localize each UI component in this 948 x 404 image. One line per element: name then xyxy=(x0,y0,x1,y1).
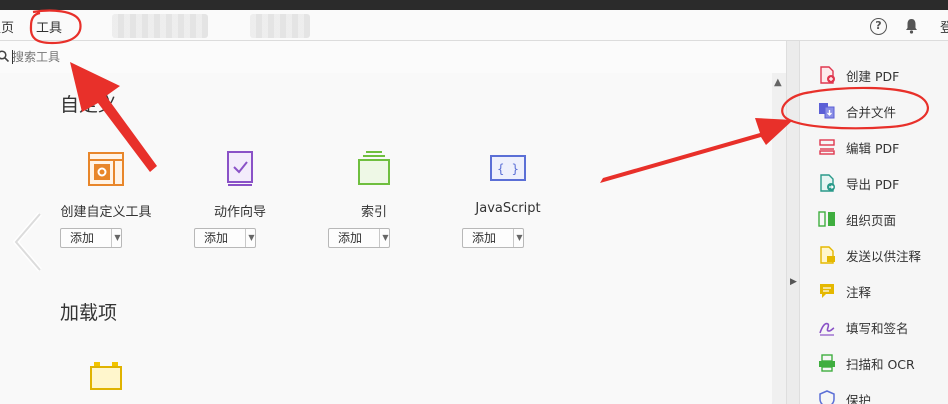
sidebar-item-export-pdf[interactable]: 导出 PDF xyxy=(818,172,948,194)
sidebar-item-label: 填写和签名 xyxy=(846,321,909,336)
sidebar-item-protect[interactable]: 保护 xyxy=(818,388,948,404)
chevron-down-icon[interactable]: ▼ xyxy=(245,229,257,247)
vertical-scrollbar[interactable]: ▲ xyxy=(772,73,786,404)
sidebar-item-send-for-comments[interactable]: 发送以供注释 xyxy=(818,244,948,266)
tab-tools[interactable]: 工具 xyxy=(36,17,62,36)
add-button[interactable]: 添加 ▼ xyxy=(60,228,122,248)
edit-pdf-icon xyxy=(819,139,835,155)
sidebar-item-label: 注释 xyxy=(846,285,872,300)
tool-label: JavaScript xyxy=(475,201,541,216)
add-button-label: 添加 xyxy=(338,231,363,245)
tool-label: 创建自定义工具 xyxy=(60,205,152,220)
sidebar-item-create-pdf[interactable]: 创建 PDF xyxy=(818,64,948,86)
comment-icon xyxy=(820,284,834,298)
document-tab-blurred[interactable] xyxy=(250,14,310,38)
sidebar-item-organize-pages[interactable]: 组织页面 xyxy=(818,208,948,230)
combine-files-icon xyxy=(819,103,835,119)
sidebar-item-label: 导出 PDF xyxy=(846,177,900,192)
carousel-prev-icon[interactable] xyxy=(10,210,44,274)
sidebar-item-label: 编辑 PDF xyxy=(846,141,900,156)
export-pdf-icon xyxy=(820,174,835,192)
login-link[interactable]: 登 xyxy=(940,17,948,36)
fill-sign-icon xyxy=(819,322,835,336)
organize-pages-icon xyxy=(818,211,835,227)
sidebar-item-combine-files[interactable]: 合并文件 xyxy=(818,100,948,122)
chevron-down-icon[interactable]: ▼ xyxy=(379,229,391,247)
sidebar-item-label: 创建 PDF xyxy=(846,69,900,84)
help-icon[interactable]: ? xyxy=(870,18,887,35)
tool-label: 动作向导 xyxy=(213,205,266,220)
javascript-icon: { } xyxy=(490,155,526,181)
scroll-up-icon[interactable]: ▲ xyxy=(774,77,782,88)
panel-divider[interactable]: ▶ xyxy=(786,41,800,404)
index-icon xyxy=(358,151,390,185)
addon-icon[interactable] xyxy=(88,360,124,392)
add-button[interactable]: 添加 ▼ xyxy=(194,228,256,248)
add-button-label: 添加 xyxy=(204,231,229,245)
chevron-down-icon[interactable]: ▼ xyxy=(513,229,525,247)
tool-label: 索引 xyxy=(360,205,387,220)
collapse-panel-icon[interactable]: ▶ xyxy=(790,277,797,287)
chevron-down-icon[interactable]: ▼ xyxy=(111,229,123,247)
sidebar-item-label: 扫描和 OCR xyxy=(846,357,915,372)
bell-icon[interactable] xyxy=(905,18,918,34)
protect-icon xyxy=(819,390,835,404)
add-button-label: 添加 xyxy=(70,231,95,245)
menu-bar: 主页 工具 ? 登 xyxy=(0,10,948,41)
sidebar-item-edit-pdf[interactable]: 编辑 PDF xyxy=(818,136,948,158)
add-button[interactable]: 添加 ▼ xyxy=(462,228,524,248)
scan-ocr-icon xyxy=(819,354,835,372)
add-button[interactable]: 添加 ▼ xyxy=(328,228,390,248)
svg-text:{ }: { } xyxy=(497,162,519,176)
tools-sidebar: 创建 PDF 合并文件 编辑 PDF 导出 PDF 组织页面 发送以供注释 注释… xyxy=(800,41,948,404)
custom-tool-icon xyxy=(88,152,124,186)
sidebar-item-fill-sign[interactable]: 填写和签名 xyxy=(818,316,948,338)
text-cursor xyxy=(12,50,13,64)
search-icon xyxy=(0,50,9,62)
search-input[interactable] xyxy=(12,48,172,66)
send-for-comments-icon xyxy=(820,246,835,264)
section-title-custom: 自定义 xyxy=(60,94,118,116)
sidebar-item-label: 发送以供注释 xyxy=(846,249,922,264)
section-title-addons: 加载项 xyxy=(60,302,118,324)
create-pdf-icon xyxy=(820,66,835,84)
sidebar-item-label: 合并文件 xyxy=(846,105,897,120)
sidebar-item-label: 保护 xyxy=(846,393,872,404)
window-title-bar xyxy=(0,0,948,10)
sidebar-item-scan-ocr[interactable]: 扫描和 OCR xyxy=(818,352,948,374)
sidebar-item-comment[interactable]: 注释 xyxy=(818,280,948,302)
add-button-label: 添加 xyxy=(472,231,497,245)
tab-home[interactable]: 主页 xyxy=(0,17,14,36)
document-tab-blurred[interactable] xyxy=(112,14,208,38)
sidebar-item-label: 组织页面 xyxy=(846,213,897,228)
action-wizard-icon xyxy=(227,151,253,186)
